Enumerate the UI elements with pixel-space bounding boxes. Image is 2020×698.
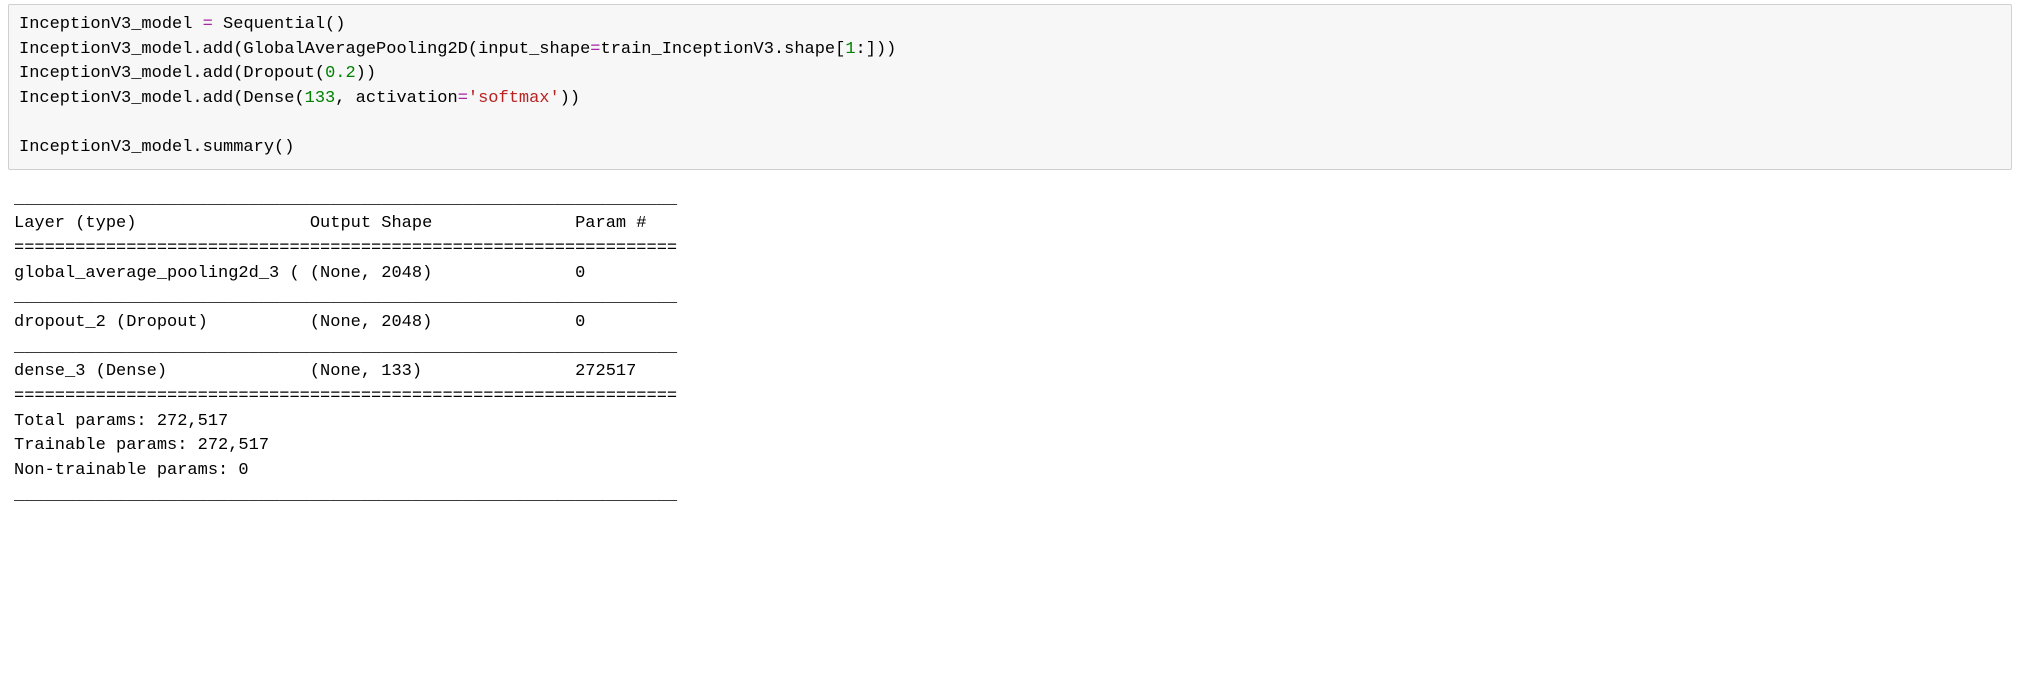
- code-line-3: InceptionV3_model.add(Dropout(0.2)): [19, 64, 376, 83]
- code-input-cell[interactable]: InceptionV3_model = Sequential() Incepti…: [8, 4, 2012, 170]
- summary-rule: ________________________________________…: [14, 288, 677, 307]
- summary-rule: ________________________________________…: [14, 190, 677, 209]
- summary-rule-double: ========================================…: [14, 387, 677, 406]
- summary-row: dense_3 (Dense) (None, 133) 272517: [14, 362, 677, 381]
- code-line-1: InceptionV3_model = Sequential(): [19, 15, 345, 34]
- summary-rule-double: ========================================…: [14, 239, 677, 258]
- summary-row: global_average_pooling2d_3 ( (None, 2048…: [14, 264, 677, 283]
- summary-nontrainable-params: Non-trainable params: 0: [14, 461, 249, 480]
- summary-rule: ________________________________________…: [14, 338, 677, 357]
- code-line-6: InceptionV3_model.summary(): [19, 138, 294, 157]
- summary-total-params: Total params: 272,517: [14, 412, 228, 431]
- code-line-2: InceptionV3_model.add(GlobalAveragePooli…: [19, 40, 896, 59]
- code-line-4: InceptionV3_model.add(Dense(133, activat…: [19, 89, 580, 108]
- summary-trainable-params: Trainable params: 272,517: [14, 436, 269, 455]
- summary-header: Layer (type) Output Shape Param #: [14, 214, 677, 233]
- summary-rule: ________________________________________…: [14, 486, 677, 505]
- code-output-cell: ________________________________________…: [0, 188, 2020, 514]
- summary-row: dropout_2 (Dropout) (None, 2048) 0: [14, 313, 677, 332]
